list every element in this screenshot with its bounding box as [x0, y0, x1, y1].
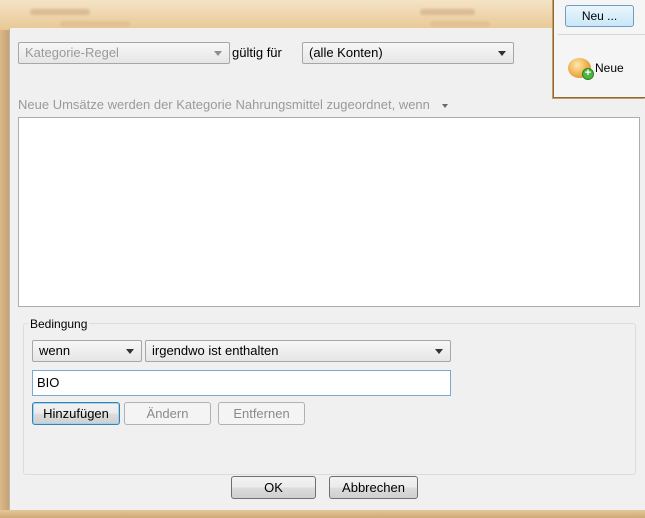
blurred-text	[420, 9, 475, 15]
ok-button[interactable]: OK	[231, 476, 316, 499]
rule-hint[interactable]: Neue Umsätze werden der Kategorie Nahrun…	[18, 97, 448, 112]
new-menu-panel: Neu ... + Neue	[553, 0, 645, 98]
new-button[interactable]: Neu ...	[565, 5, 634, 27]
when-value: wenn	[39, 343, 71, 358]
blurred-text	[430, 21, 490, 27]
blurred-text	[60, 21, 130, 27]
account-select[interactable]: (alle Konten)	[302, 42, 514, 64]
operator-value: irgendwo ist enthalten	[152, 343, 279, 358]
dropdown-arrow-icon	[441, 103, 448, 108]
condition-value-text: BIO	[37, 375, 60, 390]
change-button[interactable]: Ändern	[124, 402, 211, 425]
background-window-edge	[0, 30, 9, 518]
operator-select[interactable]: irgendwo ist enthalten	[145, 340, 451, 362]
plus-icon: +	[582, 68, 594, 80]
separator	[558, 34, 645, 35]
rule-type-value: Kategorie-Regel	[25, 45, 119, 60]
when-select[interactable]: wenn	[32, 340, 142, 362]
condition-group-title: Bedingung	[28, 317, 90, 331]
chevron-down-icon	[126, 349, 134, 354]
background-window-edge	[0, 510, 645, 518]
rule-hint-text: Neue Umsätze werden der Kategorie Nahrun…	[18, 97, 430, 112]
condition-value-input[interactable]: BIO	[32, 370, 451, 396]
new-category-icon[interactable]: +	[568, 58, 594, 80]
remove-button[interactable]: Entfernen	[218, 402, 305, 425]
background-window-strip	[0, 0, 645, 30]
cancel-button[interactable]: Abbrechen	[329, 476, 418, 499]
chevron-down-icon	[498, 51, 506, 56]
category-rule-dialog: Kategorie-Regel gültig für (alle Konten)…	[9, 28, 645, 510]
rule-type-select[interactable]: Kategorie-Regel	[18, 42, 230, 64]
conditions-list[interactable]	[18, 117, 640, 307]
chevron-down-icon	[435, 349, 443, 354]
valid-for-label: gültig für	[232, 45, 282, 60]
chevron-down-icon	[214, 51, 222, 56]
account-value: (alle Konten)	[309, 45, 383, 60]
blurred-text	[30, 9, 90, 15]
new-category-label[interactable]: Neue	[595, 61, 624, 75]
add-button[interactable]: Hinzufügen	[32, 402, 120, 425]
